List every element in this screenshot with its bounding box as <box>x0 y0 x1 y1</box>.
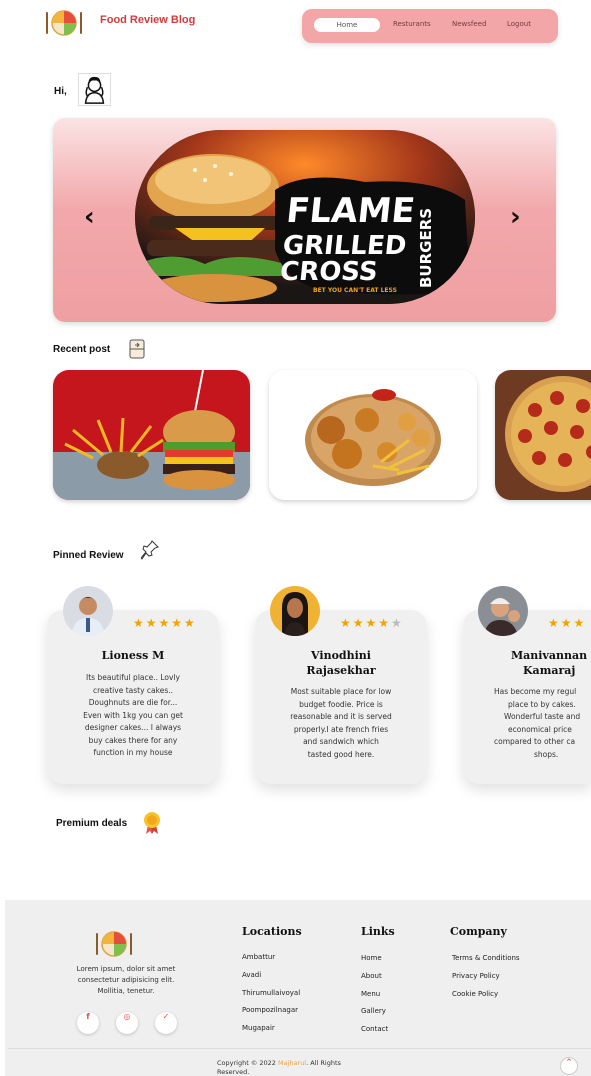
slide-title-1: FLAME <box>284 191 416 231</box>
footer-company-link[interactable]: Cookie Policy <box>452 990 498 998</box>
nav-newsfeed[interactable]: Newsfeed <box>452 20 486 28</box>
slide-tagline: BET YOU CAN'T EAT LESS <box>313 287 397 294</box>
star-rating: ★★★★★ <box>133 616 197 630</box>
chevron-up-icon[interactable]: ⌃ <box>560 1057 578 1075</box>
brand-name[interactable]: Food Review Blog <box>100 14 195 26</box>
footer-link[interactable]: Home <box>361 954 382 962</box>
pin-icon <box>141 540 159 560</box>
door-icon <box>129 339 145 359</box>
pinned-review-title: Pinned Review <box>53 550 124 561</box>
footer-logo-icon[interactable] <box>94 927 134 959</box>
premium-deals-title: Premium deals <box>56 818 128 829</box>
pizza-image <box>495 370 591 500</box>
footer-location-link[interactable]: Mugapair <box>242 1024 275 1032</box>
recent-post-card[interactable] <box>269 370 477 500</box>
facebook-icon[interactable]: f <box>77 1012 99 1034</box>
logo-icon[interactable] <box>44 6 84 38</box>
reviewer-avatar <box>478 586 528 636</box>
greeting-text: Hi, <box>54 86 67 97</box>
medal-icon <box>144 812 160 834</box>
nav-logout[interactable]: Logout <box>507 20 531 28</box>
reviewer-avatar <box>63 586 113 636</box>
fried-chicken-image <box>269 370 477 500</box>
footer-location-link[interactable]: Thirumullaivoyal <box>242 989 300 997</box>
footer-company-title: Company <box>450 925 507 938</box>
carousel-slide-image[interactable]: FLAME GRILLED CROSS BURGERS BET YOU CAN'… <box>135 130 475 304</box>
star-rating: ★★★★★ <box>340 616 404 630</box>
recent-post-card[interactable] <box>53 370 250 500</box>
nav-restaurants[interactable]: Resturants <box>393 20 431 28</box>
footer-link[interactable]: About <box>361 972 382 980</box>
footer-link[interactable]: Menu <box>361 990 380 998</box>
footer-location-link[interactable]: Ambattur <box>242 953 275 961</box>
footer-company-link[interactable]: Privacy Policy <box>452 972 500 980</box>
reviewer-name: Lioness M <box>101 649 165 662</box>
review-text: Most suitable place for low budget foodie… <box>290 687 392 759</box>
footer-location-link[interactable]: Poompozilnagar <box>242 1006 298 1014</box>
burger-fries-image <box>53 370 250 500</box>
recent-post-title: Recent post <box>53 344 111 355</box>
star-rating: ★★★ <box>548 616 587 630</box>
reviewer-name: Vinodhini Rajasekhar <box>306 649 376 677</box>
footer-link[interactable]: Gallery <box>361 1007 386 1015</box>
footer-locations-title: Locations <box>242 925 302 938</box>
instagram-icon[interactable]: ◎ <box>116 1012 138 1034</box>
twitter-icon[interactable]: ✓ <box>155 1012 177 1034</box>
slide-title-3: CROSS <box>279 257 380 287</box>
footer-location-link[interactable]: Avadi <box>242 971 261 979</box>
review-text: Its beautiful place.. Lovly creative tast… <box>83 673 183 757</box>
review-text: Has become my regul place to by cakes. Won… <box>494 687 581 759</box>
user-avatar[interactable] <box>78 73 111 106</box>
chevron-right-icon[interactable]: › <box>510 204 521 230</box>
recent-post-card[interactable] <box>495 370 591 500</box>
main-nav: Home Resturants Newsfeed Logout <box>302 9 558 43</box>
footer-description: Lorem ipsum, dolor sit amet consectetur … <box>76 965 176 995</box>
reviewer-avatar <box>270 586 320 636</box>
footer-links-title: Links <box>361 925 395 938</box>
nav-home[interactable]: Home <box>314 18 380 32</box>
chevron-left-icon[interactable]: ‹ <box>84 204 95 230</box>
footer-company-link[interactable]: Terms & Conditions <box>452 954 520 962</box>
copyright-text: Copyright © 2022 Majharul. All Rights Re… <box>217 1059 341 1076</box>
slide-title-vertical: BURGERS <box>417 208 435 288</box>
footer-link[interactable]: Contact <box>361 1025 388 1033</box>
copyright-brand-link[interactable]: Majharul <box>278 1059 306 1067</box>
reviewer-name: Manivannan Kamaraj <box>511 649 588 677</box>
